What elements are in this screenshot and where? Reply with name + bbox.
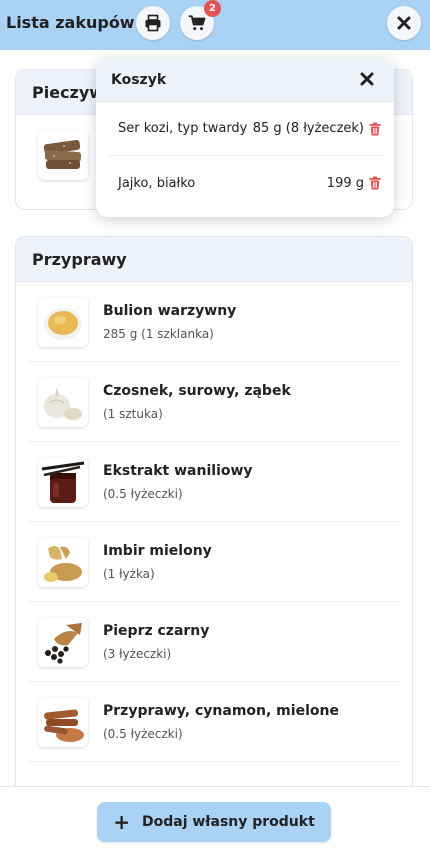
cart-item-name: Ser kozi, typ twardy — [118, 121, 248, 136]
ginger-icon — [38, 536, 88, 587]
print-button[interactable] — [136, 6, 170, 40]
close-icon[interactable] — [360, 72, 374, 86]
item-name: Czosnek, surowy, ząbek — [103, 382, 291, 399]
cart-item-quantity: 85 g (8 łyżeczek) — [252, 121, 364, 136]
close-icon — [397, 16, 411, 30]
close-button[interactable] — [387, 6, 421, 40]
cinnamon-icon — [38, 696, 88, 747]
list-item[interactable]: Bulion warzywny 285 g (1 szklanka) — [28, 282, 400, 362]
cart-item: Ser kozi, typ twardy 85 g (8 łyżeczek) — [108, 102, 382, 156]
broth-icon — [38, 296, 88, 347]
item-quantity: (3 łyżeczki) — [103, 646, 172, 661]
cart-popup: Koszyk Ser kozi, typ twardy 85 g (8 łyże… — [96, 58, 394, 217]
item-name: Ekstrakt waniliowy — [103, 462, 253, 479]
bread-icon — [38, 130, 88, 180]
item-quantity: (1 łyżka) — [103, 566, 155, 581]
trash-icon[interactable] — [368, 176, 382, 190]
add-custom-product-button[interactable]: + Dodaj własny produkt — [97, 802, 331, 842]
trash-icon[interactable] — [368, 122, 382, 136]
item-quantity: (0.5 łyżeczki) — [103, 726, 183, 741]
item-quantity: (1 sztuka) — [103, 406, 163, 421]
pepper-icon — [38, 616, 88, 667]
cart-title: Koszyk — [111, 71, 167, 88]
section-title: Przyprawy — [16, 237, 412, 282]
item-name: Przyprawy, cynamon, mielone — [103, 702, 339, 719]
list-item[interactable]: Imbir mielony (1 łyżka) — [28, 522, 400, 602]
item-name: Bulion warzywny — [103, 302, 237, 319]
cart-item: Jajko, białko 199 g — [108, 156, 382, 210]
cart-item-quantity: 199 g — [326, 175, 364, 191]
garlic-icon — [38, 376, 88, 427]
list-item[interactable]: Przyprawy, cynamon, mielone (0.5 łyżeczk… — [28, 682, 400, 762]
page-title: Lista zakupów — [6, 13, 135, 32]
cart-item-name: Jajko, białko — [118, 175, 196, 191]
cart-count-badge: 2 — [204, 0, 221, 17]
list-item[interactable]: Ekstrakt waniliowy (0.5 łyżeczki) — [28, 442, 400, 522]
item-name: Pieprz czarny — [103, 622, 210, 639]
add-custom-product-label: Dodaj własny produkt — [141, 814, 315, 830]
item-name: Imbir mielony — [103, 542, 212, 559]
item-quantity: (0.5 łyżeczki) — [103, 486, 183, 501]
item-quantity: 285 g (1 szklanka) — [103, 326, 214, 341]
cart-header: Koszyk — [96, 58, 394, 102]
list-item[interactable]: Pieprz czarny (3 łyżeczki) — [28, 602, 400, 682]
cart-icon — [188, 15, 206, 31]
vanilla-icon — [38, 456, 88, 507]
header-bar: Lista zakupów 2 — [0, 0, 430, 50]
list-item[interactable]: Czosnek, surowy, ząbek (1 sztuka) — [28, 362, 400, 442]
plus-icon: + — [113, 810, 130, 834]
printer-icon — [145, 14, 161, 32]
section-spices: Przyprawy Bulion warzywny 285 g (1 szkla… — [15, 236, 413, 796]
footer-bar: + Dodaj własny produkt — [0, 786, 430, 853]
